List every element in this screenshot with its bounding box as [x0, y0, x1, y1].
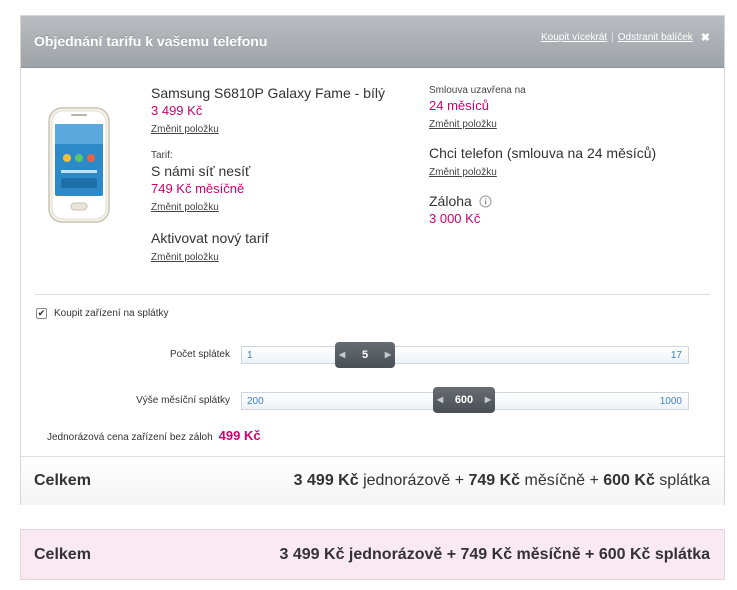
header-links: Koupit vícekrát | Odstranit balíček ✖ — [541, 31, 710, 44]
total-sticky-text: 3 499 Kč jednorázově + 749 Kč měsíčně + … — [279, 546, 710, 563]
change-activation-link[interactable]: Změnit položku — [151, 251, 219, 265]
total-plus: + — [589, 472, 599, 489]
product-name: Samsung S6810P Galaxy Fame - bílý — [151, 85, 385, 101]
phone-option-name: Chci telefon (smlouva na 24 měsíců) — [429, 145, 657, 161]
phone-image — [48, 107, 110, 223]
installment-count-value: 5 — [361, 349, 369, 361]
contract-label: Smlouva uzavřena na — [429, 85, 526, 96]
section-divider — [35, 294, 710, 295]
installment-amount-min: 200 — [247, 396, 264, 407]
change-contract-link[interactable]: Změnit položku — [429, 118, 497, 132]
total-monthly-word: měsíčně — [524, 472, 585, 489]
product-column: Samsung S6810P Galaxy Fame - bílý 3 499 … — [151, 84, 421, 265]
total-sticky-label: Celkem — [34, 546, 91, 563]
total-plus: + — [454, 472, 465, 489]
total-onetime-amount: 3 499 Kč — [293, 472, 359, 489]
change-product-link[interactable]: Změnit položku — [151, 123, 219, 137]
installment-count-slider[interactable]: 1 17 — [241, 346, 689, 364]
product-price: 3 499 Kč — [151, 103, 203, 118]
installment-count-label: Počet splátek — [169, 349, 230, 360]
installment-amount-thumb[interactable]: ◀ 600 ▶ — [433, 387, 495, 413]
tariff-order-card: Objednání tarifu k vašemu telefonu Koupi… — [20, 15, 725, 505]
buy-more-link[interactable]: Koupit vícekrát — [541, 32, 607, 43]
total-onetime-word: jednorázově — [363, 472, 451, 489]
card-title: Objednání tarifu k vašemu telefonu — [34, 33, 268, 49]
total-monthly-amount: 749 Kč — [468, 472, 521, 489]
contract-column: Smlouva uzavřena na 24 měsíců Změnit pol… — [429, 84, 719, 227]
installment-amount-max: 1000 — [659, 396, 682, 407]
total-summary-sticky: Celkem 3 499 Kč jednorázově + 749 Kč měs… — [20, 529, 725, 580]
installment-amount-value: 600 — [454, 394, 474, 406]
thumb-left-arrow-icon: ◀ — [339, 350, 346, 359]
tariff-name: S námi síť nesíť — [151, 163, 251, 179]
close-icon[interactable]: ✖ — [701, 31, 710, 44]
card-header: Objednání tarifu k vašemu telefonu Koupi… — [21, 16, 724, 68]
installments-checkbox[interactable]: ✔ — [36, 308, 47, 319]
onetime-price-label: Jednorázová cena zařízení bez záloh — [47, 432, 213, 443]
contract-value: 24 měsíců — [429, 98, 489, 113]
link-separator: | — [611, 32, 614, 43]
tariff-price: 749 Kč měsíčně — [151, 181, 245, 196]
total-text: 3 499 Kč jednorázově + 749 Kč měsíčně + … — [294, 472, 710, 490]
total-summary: Celkem 3 499 Kč jednorázově + 749 Kč měs… — [21, 456, 724, 505]
activation-name: Aktivovat nový tarif — [151, 230, 269, 246]
installment-count-min: 1 — [247, 350, 253, 361]
installment-count-thumb[interactable]: ◀ 5 ▶ — [335, 342, 395, 368]
total-label: Celkem — [34, 472, 91, 489]
info-icon[interactable] — [479, 195, 492, 208]
thumb-right-arrow-icon: ▶ — [484, 395, 491, 404]
change-tariff-link[interactable]: Změnit položku — [151, 201, 219, 215]
deposit-row: Záloha — [429, 192, 719, 210]
installment-count-max: 17 — [670, 350, 682, 361]
installments-checkbox-label[interactable]: Koupit zařízení na splátky — [54, 308, 169, 319]
onetime-price-value: 499 Kč — [218, 428, 261, 443]
remove-package-link[interactable]: Odstranit balíček — [618, 32, 693, 43]
thumb-left-arrow-icon: ◀ — [437, 395, 444, 404]
thumb-right-arrow-icon: ▶ — [384, 350, 391, 359]
onetime-price-row: Jednorázová cena zařízení bez záloh 499 … — [47, 428, 261, 443]
installment-amount-label: Výše měsíční splátky — [136, 395, 230, 406]
change-phone-option-link[interactable]: Změnit položku — [429, 166, 497, 180]
deposit-value: 3 000 Kč — [429, 211, 481, 226]
total-installment-amount: 600 Kč — [603, 472, 655, 489]
deposit-label: Záloha — [429, 193, 472, 209]
installments-checkbox-row[interactable]: ✔ Koupit zařízení na splátky — [36, 308, 169, 319]
tariff-label: Tarif: — [151, 150, 173, 161]
total-installment-word: splátka — [659, 472, 710, 489]
